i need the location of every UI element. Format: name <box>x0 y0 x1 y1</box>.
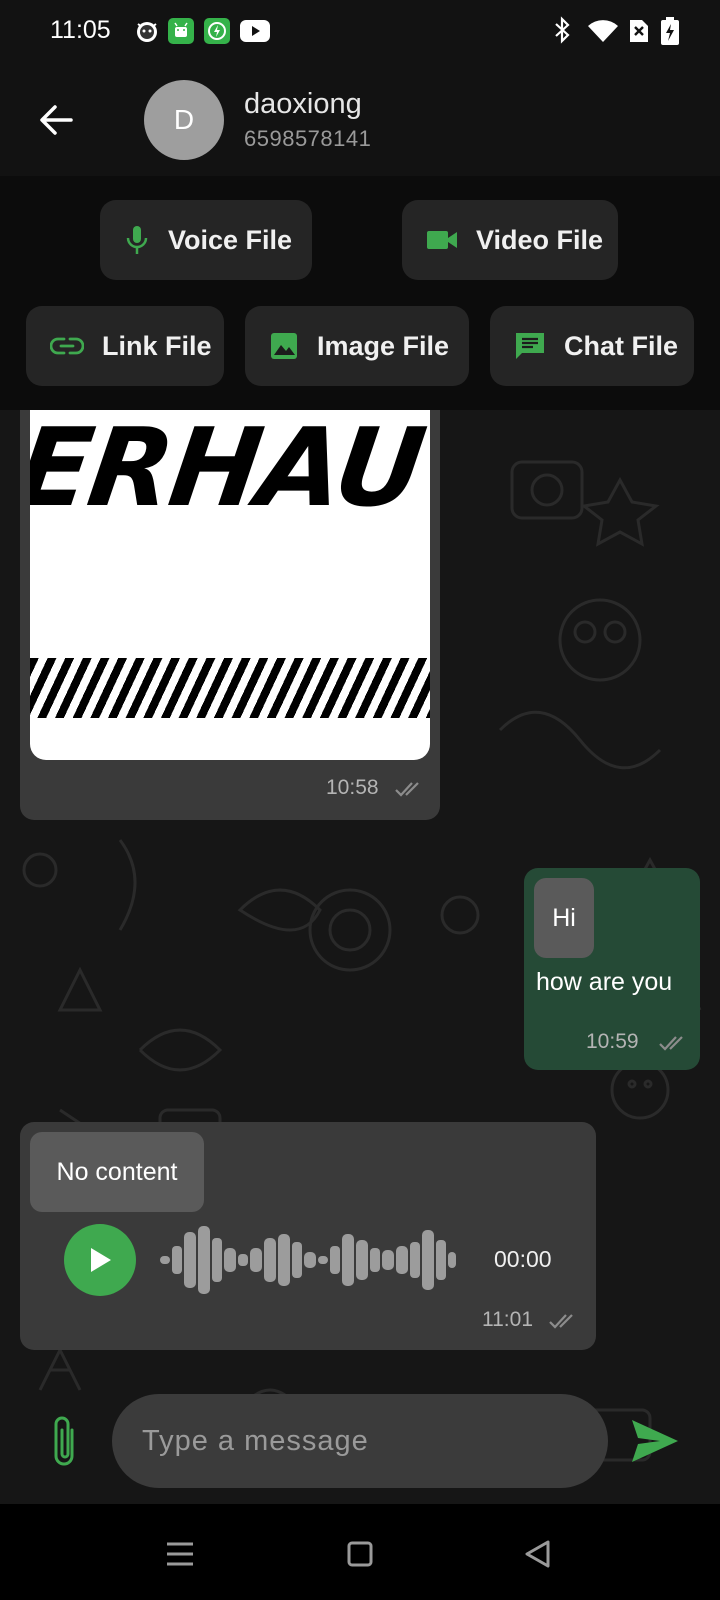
message-time: 11:01 <box>482 1308 533 1331</box>
triangle-back-icon <box>525 1540 550 1568</box>
home-button[interactable] <box>340 1534 380 1574</box>
send-icon <box>632 1420 678 1462</box>
chat-icon <box>516 333 544 359</box>
contact-name[interactable]: daoxiong <box>244 88 362 121</box>
image-attachment-text: ERHAU <box>30 410 430 531</box>
mic-icon <box>126 226 148 254</box>
wifi-icon <box>586 18 620 49</box>
message-text: how are you <box>536 968 673 996</box>
message-list[interactable]: ERHAU 10:58 Hi how are you 10:59 No cont… <box>0 410 720 1504</box>
link-file-button[interactable]: Link File <box>26 306 224 386</box>
send-button[interactable] <box>630 1418 680 1464</box>
double-check-icon <box>395 782 419 797</box>
link-file-label: Link File <box>102 330 212 361</box>
link-icon <box>50 337 84 355</box>
voice-file-button[interactable]: Voice File <box>100 200 312 280</box>
play-icon <box>91 1248 111 1272</box>
image-message-bubble[interactable]: ERHAU 10:58 <box>20 410 440 820</box>
message-input-box[interactable] <box>112 1394 608 1488</box>
message-input[interactable] <box>142 1394 582 1488</box>
file-category-panel: Voice File Video File Link File Image Fi… <box>0 176 720 410</box>
audio-duration: 00:00 <box>494 1246 552 1272</box>
status-bar: 11:05 <box>0 0 720 64</box>
attach-button[interactable] <box>40 1412 90 1472</box>
quoted-text-chip: Hi <box>534 878 594 958</box>
android-app-icon <box>168 18 194 44</box>
contact-phone: 6598578141 <box>244 126 372 151</box>
image-icon <box>271 333 297 359</box>
youtube-icon <box>240 20 270 42</box>
bluetooth-icon <box>552 16 572 49</box>
double-check-icon <box>549 1314 573 1329</box>
shield-app-icon <box>204 18 230 44</box>
arrow-back-icon <box>40 105 73 135</box>
recents-button[interactable] <box>160 1534 200 1574</box>
system-navigation-bar <box>0 1504 720 1600</box>
videocam-icon <box>427 231 457 249</box>
sim-off-icon <box>628 16 650 49</box>
back-button[interactable] <box>30 94 82 146</box>
avatar[interactable]: D <box>144 80 224 160</box>
square-icon <box>347 1541 373 1567</box>
audio-waveform[interactable] <box>160 1226 480 1294</box>
no-content-chip: No content <box>30 1132 204 1212</box>
chat-file-label: Chat File <box>564 330 679 361</box>
audio-message-bubble[interactable]: No content 00:00 11:01 <box>20 1122 596 1350</box>
double-check-icon <box>659 1036 683 1051</box>
play-button[interactable] <box>64 1224 136 1296</box>
battery-charging-icon <box>660 16 680 51</box>
chat-file-button[interactable]: Chat File <box>490 306 694 386</box>
status-time: 11:05 <box>50 16 111 44</box>
message-time: 10:58 <box>326 776 379 799</box>
outgoing-text-bubble[interactable]: Hi how are you 10:59 <box>524 868 700 1070</box>
paperclip-icon <box>54 1416 74 1466</box>
video-file-button[interactable]: Video File <box>402 200 618 280</box>
video-file-label: Video File <box>476 224 604 255</box>
image-stripes <box>30 658 430 718</box>
image-file-button[interactable]: Image File <box>245 306 469 386</box>
back-nav-button[interactable] <box>518 1534 558 1574</box>
chat-header: D daoxiong 6598578141 <box>0 64 720 176</box>
image-file-label: Image File <box>317 330 450 361</box>
cat-app-icon <box>134 18 160 44</box>
image-attachment[interactable]: ERHAU <box>30 410 430 760</box>
message-time: 10:59 <box>586 1030 639 1053</box>
menu-lines-icon <box>167 1542 193 1566</box>
voice-file-label: Voice File <box>168 224 293 255</box>
